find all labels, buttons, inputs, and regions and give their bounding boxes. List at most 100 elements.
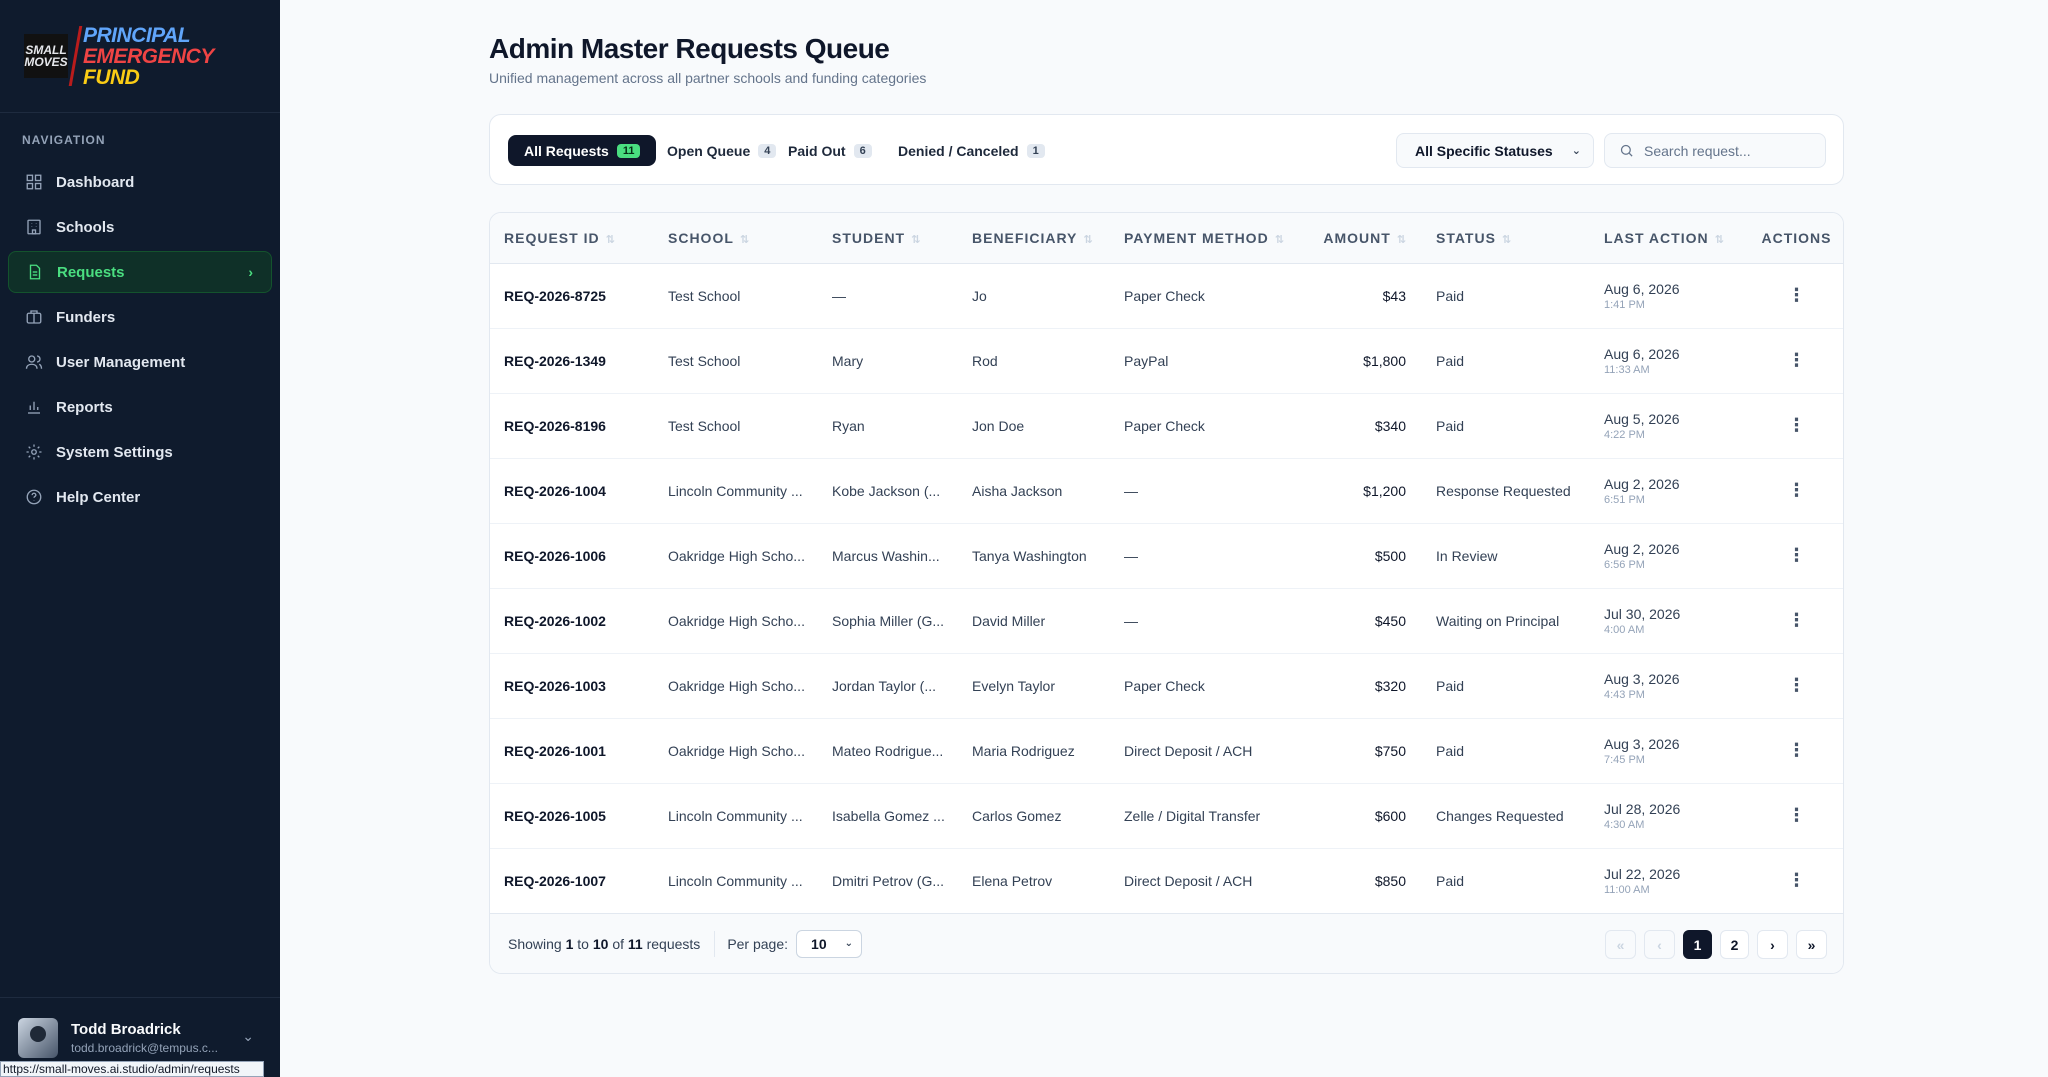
more-vertical-icon[interactable]: ⋮ xyxy=(1788,545,1806,565)
showing-summary: Showing 1 to 10 of 11 requests xyxy=(508,936,700,952)
tab-paid-out[interactable]: Paid Out 6 xyxy=(772,135,888,166)
last-action-cell: Aug 3, 2026 7:45 PM xyxy=(1590,718,1748,783)
chevron-down-icon[interactable]: ⌄ xyxy=(242,1028,254,1045)
search-input[interactable] xyxy=(1644,142,1814,159)
column-header-last-action[interactable]: LAST ACTION ⇅ xyxy=(1590,213,1748,263)
tab-label: All Requests xyxy=(524,142,609,159)
column-header-actions: ACTIONS xyxy=(1748,213,1843,263)
request-id-cell[interactable]: REQ-2026-1003 xyxy=(490,653,654,718)
column-header-beneficiary[interactable]: BENEFICIARY ⇅ xyxy=(958,213,1110,263)
showing-suffix: requests xyxy=(646,935,701,952)
last-action-cell: Jul 30, 2026 4:00 AM xyxy=(1590,588,1748,653)
page-2-button[interactable]: 2 xyxy=(1720,930,1749,959)
student-cell: Mary xyxy=(832,352,864,369)
search-box[interactable] xyxy=(1604,133,1826,168)
status-cell: Waiting on Principal xyxy=(1436,612,1560,629)
request-id-cell[interactable]: REQ-2026-1001 xyxy=(490,718,654,783)
table-row[interactable]: REQ-2026-1005 Lincoln Community ... Isabel… xyxy=(490,783,1843,848)
status-filter-value: All Specific Statuses xyxy=(1415,142,1553,159)
briefcase-icon xyxy=(26,310,42,324)
sidebar-item-schools[interactable]: Schools xyxy=(8,206,272,248)
request-id-cell[interactable]: REQ-2026-1005 xyxy=(490,783,654,848)
column-header-payment-method[interactable]: PAYMENT METHOD ⇅ xyxy=(1110,213,1310,263)
column-header-status[interactable]: STATUS ⇅ xyxy=(1422,213,1590,263)
brand-logo[interactable]: SMALL MOVES PRINCIPAL EMERGENCY FUND xyxy=(0,0,280,113)
column-header-label: ACTIONS xyxy=(1761,229,1832,246)
more-vertical-icon[interactable]: ⋮ xyxy=(1788,805,1806,825)
status-cell: In Review xyxy=(1436,547,1498,564)
more-vertical-icon[interactable]: ⋮ xyxy=(1788,675,1806,695)
sidebar-item-help-center[interactable]: Help Center xyxy=(8,476,272,518)
sidebar-item-user-management[interactable]: User Management xyxy=(8,341,272,383)
more-vertical-icon[interactable]: ⋮ xyxy=(1788,480,1806,500)
footer-divider xyxy=(714,930,716,957)
last-action-cell: Aug 6, 2026 1:41 PM xyxy=(1590,263,1748,328)
last-action-time: 6:51 PM xyxy=(1604,493,1645,506)
school-cell: Lincoln Community ... xyxy=(668,807,803,824)
per-page-select[interactable]: 10 ⌄ xyxy=(796,929,863,958)
last-action-date: Aug 3, 2026 xyxy=(1604,670,1680,687)
student-cell: Mateo Rodrigue... xyxy=(832,742,944,759)
last-action-date: Jul 28, 2026 xyxy=(1604,800,1681,817)
request-id-cell[interactable]: REQ-2026-8725 xyxy=(490,263,654,328)
student-cell: Marcus Washin... xyxy=(832,547,940,564)
sidebar-item-requests[interactable]: Requests › xyxy=(8,251,272,293)
more-vertical-icon[interactable]: ⋮ xyxy=(1788,740,1806,760)
payment-method-cell: Direct Deposit / ACH xyxy=(1124,872,1253,889)
status-url: https://small-moves.ai.studio/admin/requ… xyxy=(0,1061,264,1077)
table-row[interactable]: REQ-2026-1003 Oakridge High Scho... Jordan… xyxy=(490,653,1843,718)
column-header-request-id[interactable]: REQUEST ID ⇅ xyxy=(490,213,654,263)
first-page-button[interactable]: « xyxy=(1605,930,1636,959)
request-id-cell[interactable]: REQ-2026-1349 xyxy=(490,328,654,393)
payment-method-cell: Paper Check xyxy=(1124,677,1205,694)
showing-to-word: to xyxy=(577,935,589,952)
table-row[interactable]: REQ-2026-8725 Test School — Jo Paper Check $4… xyxy=(490,263,1843,328)
status-filter-select[interactable]: All Specific Statuses ⌄ xyxy=(1396,133,1594,168)
sidebar-item-label: User Management xyxy=(56,353,186,371)
logo-box-line2: MOVES xyxy=(24,55,68,69)
sidebar-item-reports[interactable]: Reports xyxy=(8,386,272,428)
last-action-cell: Aug 5, 2026 4:22 PM xyxy=(1590,393,1748,458)
table-row[interactable]: REQ-2026-8196 Test School Ryan Jon Doe Paper… xyxy=(490,393,1843,458)
payment-method-cell: Direct Deposit / ACH xyxy=(1124,742,1253,759)
tab-all-requests[interactable]: All Requests 11 xyxy=(508,135,657,166)
request-id-cell[interactable]: REQ-2026-1007 xyxy=(490,848,654,913)
table-row[interactable]: REQ-2026-1002 Oakridge High Scho... Sophia… xyxy=(490,588,1843,653)
table-row[interactable]: REQ-2026-1001 Oakridge High Scho... Mateo … xyxy=(490,718,1843,783)
sidebar-item-dashboard[interactable]: Dashboard xyxy=(8,161,272,203)
more-vertical-icon[interactable]: ⋮ xyxy=(1788,350,1806,370)
more-vertical-icon[interactable]: ⋮ xyxy=(1788,870,1806,890)
sidebar-nav: Dashboard Schools Requests › Funders User Man… xyxy=(0,161,280,518)
sidebar-item-system-settings[interactable]: System Settings xyxy=(8,431,272,473)
table-row[interactable]: REQ-2026-1007 Lincoln Community ... Dmitri… xyxy=(490,848,1843,913)
last-action-cell: Aug 2, 2026 6:51 PM xyxy=(1590,458,1748,523)
more-vertical-icon[interactable]: ⋮ xyxy=(1788,610,1806,630)
table-row[interactable]: REQ-2026-1006 Oakridge High Scho... Marcus… xyxy=(490,523,1843,588)
prev-page-button[interactable]: ‹ xyxy=(1644,930,1675,959)
column-header-label: AMOUNT xyxy=(1323,229,1391,246)
row-actions-cell: ⋮ xyxy=(1748,783,1843,848)
table-row[interactable]: REQ-2026-1349 Test School Mary Rod PayPal $1,… xyxy=(490,328,1843,393)
table-row[interactable]: REQ-2026-1004 Lincoln Community ... Kobe J… xyxy=(490,458,1843,523)
more-vertical-icon[interactable]: ⋮ xyxy=(1788,415,1806,435)
sort-icon: ⇅ xyxy=(605,233,615,246)
tab-label: Open Queue xyxy=(667,142,751,159)
request-id-cell[interactable]: REQ-2026-1002 xyxy=(490,588,654,653)
request-id-cell[interactable]: REQ-2026-1004 xyxy=(490,458,654,523)
logo-divider xyxy=(68,26,83,86)
sidebar-item-funders[interactable]: Funders xyxy=(8,296,272,338)
column-header-school[interactable]: SCHOOL ⇅ xyxy=(654,213,818,263)
tab-denied-canceled[interactable]: Denied / Canceled 1 xyxy=(882,135,1061,166)
payment-method-cell: Zelle / Digital Transfer xyxy=(1124,807,1261,824)
request-id-cell[interactable]: REQ-2026-1006 xyxy=(490,523,654,588)
last-page-button[interactable]: » xyxy=(1796,930,1827,959)
school-cell: Oakridge High Scho... xyxy=(668,547,805,564)
beneficiary-cell: David Miller xyxy=(972,612,1046,629)
next-page-button[interactable]: › xyxy=(1757,930,1788,959)
grid-icon xyxy=(26,174,42,190)
request-id-cell[interactable]: REQ-2026-8196 xyxy=(490,393,654,458)
more-vertical-icon[interactable]: ⋮ xyxy=(1788,285,1806,305)
column-header-student[interactable]: STUDENT ⇅ xyxy=(818,213,958,263)
page-1-button[interactable]: 1 xyxy=(1683,930,1712,959)
column-header-amount[interactable]: AMOUNT ⇅ xyxy=(1310,213,1422,263)
